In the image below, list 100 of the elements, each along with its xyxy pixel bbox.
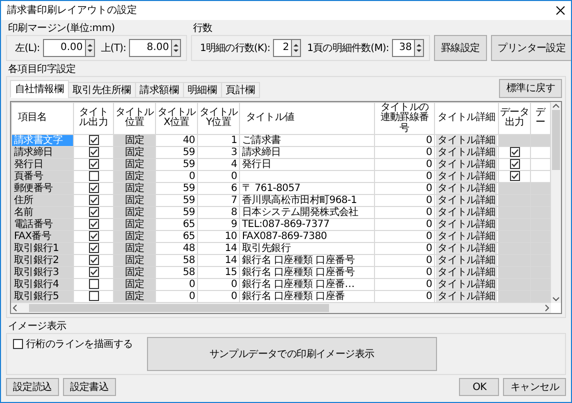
detail-button[interactable]: タイトル詳細 [436,243,497,254]
table-cell: 固定 [114,158,156,170]
tab[interactable]: 請求額欄 [134,82,184,98]
table-cell[interactable]: FAX番号 [12,230,74,242]
checkbox-label: 行桁のラインを描画する [26,338,133,351]
spin-arrows-icon[interactable] [171,38,182,56]
scroll-down-icon[interactable] [552,295,560,303]
detail-button[interactable]: タイトル詳細 [436,279,497,290]
checkbox[interactable] [88,243,98,254]
table-cell: 0 [374,290,434,302]
detail-button[interactable]: タイトル詳細 [436,207,497,218]
detail-button[interactable]: タイトル詳細 [436,147,497,158]
scroll-left-icon[interactable] [11,304,19,312]
preview-button[interactable]: サンプルデータでの印刷イメージ表示 [146,337,437,371]
number-field[interactable]: 2 [273,38,292,56]
scroll-right-icon[interactable] [543,304,551,312]
footer-button[interactable]: 設定書込 [62,378,116,396]
table-cell: 発行日 [240,158,374,170]
table-cell: 固定 [114,182,156,194]
checkbox[interactable] [510,159,520,170]
table-cell: 固定 [114,194,156,206]
table-cell[interactable]: 取引銀行5 [12,290,74,302]
table-cell[interactable]: 住所 [12,194,74,206]
tab[interactable]: 自社情報欄 [10,80,69,98]
table-cell: 固定 [114,146,156,158]
detail-button[interactable]: タイトル詳細 [436,219,497,230]
table-cell: 0 [374,218,434,230]
table-cell: 0 [374,170,434,182]
table-cell: 銀行名 口座種類 口座番号 [240,266,374,278]
tab[interactable]: 明細欄 [182,82,222,98]
detail-button[interactable]: タイトル詳細 [436,291,497,302]
checkbox[interactable] [13,339,23,349]
detail-button[interactable]: タイトル詳細 [436,135,497,146]
table-cell[interactable]: 請求締日 [12,146,74,158]
horizontal-scrollbar[interactable] [11,303,551,313]
toolbar-button[interactable]: プリンター設定 [490,34,571,60]
checkbox[interactable] [88,207,98,218]
table-cell[interactable]: 郵便番号 [12,182,74,194]
vertical-scrollbar[interactable] [551,102,561,303]
detail-button[interactable]: タイトル詳細 [436,255,497,266]
checkbox[interactable] [88,231,98,242]
reset-button[interactable]: 標準に戻す [499,78,562,98]
detail-button[interactable]: タイトル詳細 [436,171,497,182]
detail-button[interactable]: タイトル詳細 [436,183,497,194]
checkbox[interactable] [510,147,520,158]
checkbox[interactable] [88,267,98,278]
checkbox[interactable] [88,135,98,146]
footer-button[interactable]: 設定読込 [6,378,59,396]
scroll-thumb[interactable] [552,110,560,170]
checkbox[interactable] [88,159,98,170]
footer-button[interactable]: OK [459,378,500,396]
table-cell: 0 [374,242,434,254]
detail-button[interactable]: タイトル詳細 [436,267,497,278]
checkbox[interactable] [88,171,98,182]
footer-button[interactable]: キャンセル [503,378,566,396]
table-cell[interactable]: 取引銀行2 [12,254,74,266]
table-cell: 香川県高松市田村町968-1 [240,194,374,206]
table-cell: 〒 761-8057 [240,182,374,194]
table-cell: 0 [374,266,434,278]
close-icon[interactable] [556,6,565,15]
tab[interactable]: 取引先住所欄 [68,82,136,98]
checkbox[interactable] [88,291,98,302]
checkbox[interactable] [510,171,520,182]
number-field[interactable]: 8.00 [129,38,172,56]
table-cell[interactable]: 取引銀行1 [12,242,74,254]
scroll-up-icon[interactable] [552,102,560,110]
tab[interactable]: 頁計欄 [220,82,260,98]
table-cell: 0 [374,134,434,146]
table-cell[interactable]: 名前 [12,206,74,218]
table-cell[interactable]: 取引銀行4 [12,278,74,290]
checkbox[interactable] [88,279,98,290]
number-field[interactable]: 38 [392,38,414,56]
group-label: 各項目印字設定 [7,64,77,76]
spin-arrows-icon[interactable] [414,38,424,56]
table-cell: 0 [374,158,434,170]
scroll-thumb[interactable] [29,304,329,312]
toolbar-button[interactable]: 罫線設定 [434,34,487,60]
table-cell: ご請求書 [240,134,374,146]
checkbox[interactable] [88,147,98,158]
checkbox[interactable] [88,183,98,194]
table-cell: 固定 [114,170,156,182]
spin-arrows-icon[interactable] [84,38,95,56]
table-cell: 固定 [114,134,156,146]
table-cell[interactable]: 取引銀行3 [12,266,74,278]
checkbox[interactable] [88,195,98,206]
table-cell[interactable]: 電話番号 [12,218,74,230]
table-cell[interactable]: 頁番号 [12,170,74,182]
detail-button[interactable]: タイトル詳細 [436,195,497,206]
table-cell: 固定 [114,290,156,302]
table-cell: 0 [374,254,434,266]
number-field[interactable]: 0.00 [42,38,85,56]
spin-arrows-icon[interactable] [291,38,302,56]
detail-button[interactable]: タイトル詳細 [436,231,497,242]
checkbox[interactable] [88,219,98,230]
table-cell[interactable]: 発行日 [12,158,74,170]
checkbox[interactable] [88,255,98,266]
table-cell: 日本システム開発株式会社 [240,206,374,218]
table-cell: 0 [374,194,434,206]
detail-button[interactable]: タイトル詳細 [436,159,497,170]
table-cell: 0 [374,206,434,218]
